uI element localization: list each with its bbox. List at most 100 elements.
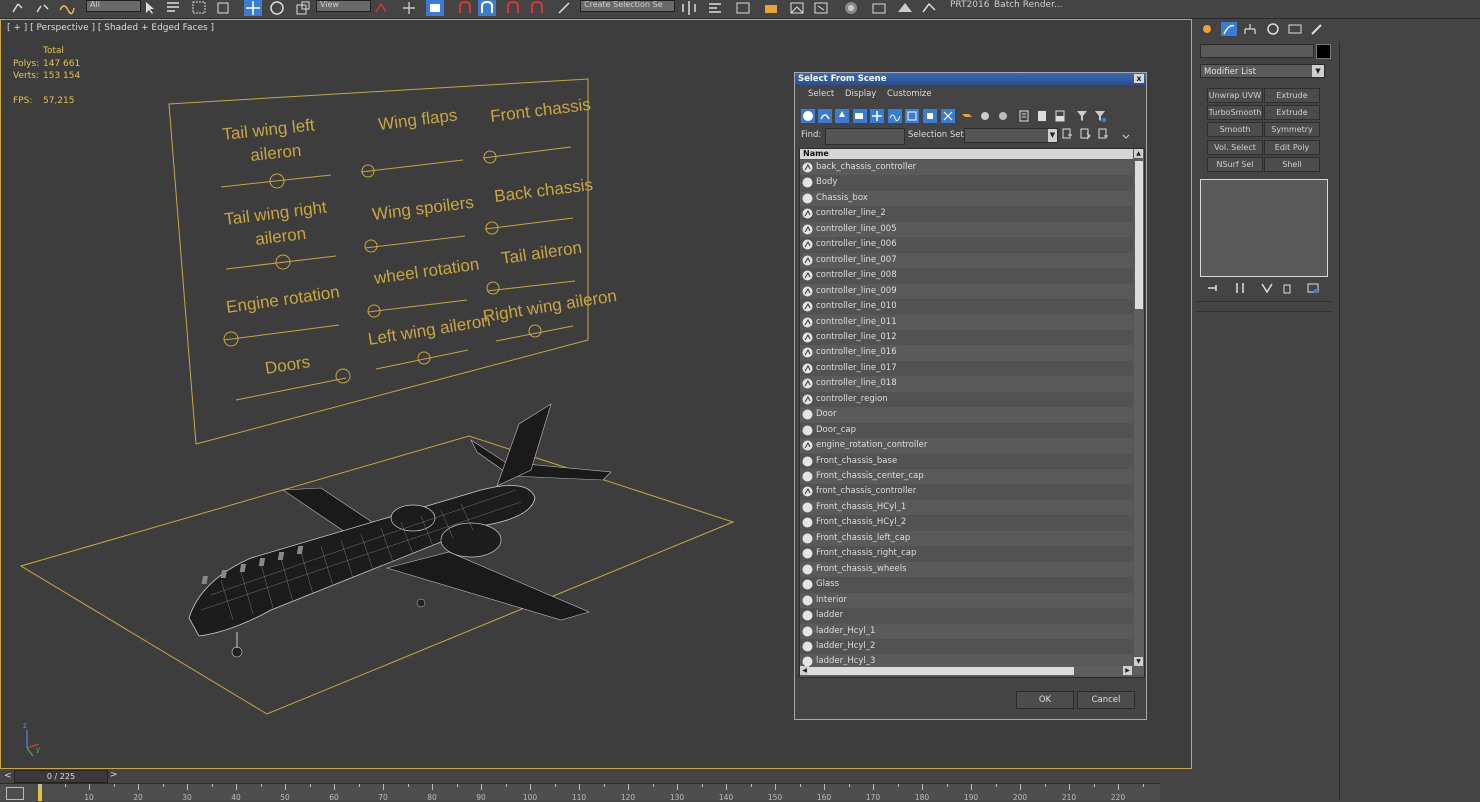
edit-poly-button[interactable]: Edit Poly <box>1264 140 1320 155</box>
list-item[interactable]: controller_line_016 <box>800 345 1133 361</box>
display-groups-icon[interactable] <box>905 109 919 123</box>
list-item[interactable]: back_chassis_controller <box>800 160 1133 176</box>
list-item[interactable]: Front_chassis_center_cap <box>800 469 1133 485</box>
unlink-selection-icon[interactable] <box>34 0 52 16</box>
named-selection-set-dropdown[interactable]: Create Selection Se <box>580 0 675 12</box>
select-and-scale-icon[interactable] <box>294 0 312 16</box>
select-and-manipulate-icon[interactable] <box>400 0 418 16</box>
show-end-result-icon[interactable] <box>1233 281 1247 295</box>
horizontal-scrollbar[interactable]: ◀ ▶ <box>800 666 1134 676</box>
motion-tab-icon[interactable] <box>1265 22 1281 36</box>
edit-named-selection-icon[interactable] <box>556 0 574 16</box>
create-tab-icon[interactable] <box>1199 22 1215 36</box>
display-lights-icon[interactable] <box>835 109 849 123</box>
list-item[interactable]: controller_line_2 <box>800 206 1133 222</box>
jet-model[interactable] <box>188 403 612 658</box>
list-item[interactable]: ladder_Hcyl_1 <box>800 623 1133 639</box>
add-to-selection-set-icon[interactable] <box>1078 127 1092 141</box>
close-icon[interactable]: x <box>1134 74 1144 83</box>
symmetry-button[interactable]: Symmetry <box>1264 122 1320 137</box>
toolbar-overflow-icon[interactable] <box>1119 129 1133 143</box>
list-item[interactable]: ladder_Hcyl_2 <box>800 638 1133 655</box>
advanced-filter-icon[interactable] <box>1093 109 1107 123</box>
remove-modifier-icon[interactable] <box>1280 281 1294 295</box>
extrude-button[interactable]: Extrude <box>1264 88 1320 103</box>
shell-button[interactable]: Shell <box>1264 157 1320 172</box>
selection-filter-dropdown[interactable]: All <box>86 0 141 12</box>
frame-display[interactable]: 0 / 225 <box>14 770 108 783</box>
list-item[interactable]: Front_chassis_right_cap <box>800 546 1133 562</box>
dialog-title-bar[interactable]: Select From Scene x <box>795 73 1146 85</box>
prev-frame-button[interactable]: < <box>4 771 12 781</box>
modifier-stack[interactable] <box>1200 179 1328 277</box>
track-bar[interactable]: 10 20 30 40 50 60 70 80 90 100 110 120 130 140 150 160 1… <box>0 783 1160 802</box>
list-item[interactable]: engine_rotation_controller <box>800 438 1133 454</box>
hierarchy-tab-icon[interactable] <box>1242 22 1258 36</box>
material-editor-icon[interactable] <box>842 0 860 16</box>
slider-knob-right-wing-aileron[interactable] <box>528 324 542 338</box>
next-frame-button[interactable]: > <box>110 770 120 781</box>
render-frame-window-icon[interactable] <box>896 0 914 16</box>
slider-knob-doors[interactable] <box>335 368 351 384</box>
horizontal-scroll-thumb[interactable] <box>808 667 1074 675</box>
menu-select[interactable]: Select <box>808 89 834 99</box>
modify-tab-icon[interactable] <box>1221 22 1237 36</box>
display-shapes-icon[interactable] <box>818 109 832 123</box>
mirror-icon[interactable] <box>680 0 698 16</box>
list-item[interactable]: controller_line_009 <box>800 283 1133 299</box>
list-item[interactable]: Interior <box>800 592 1133 608</box>
open-mini-curve-editor-icon[interactable] <box>6 787 24 800</box>
list-item[interactable]: controller_line_011 <box>800 314 1133 330</box>
list-item[interactable]: Front_chassis_left_cap <box>800 530 1133 547</box>
scroll-right-icon[interactable]: ▶ <box>1123 666 1132 675</box>
prt-label[interactable]: PRT2016 <box>950 0 989 10</box>
reference-coordinate-dropdown[interactable]: View <box>316 0 371 12</box>
list-item[interactable]: Front_chassis_base <box>800 453 1133 469</box>
pin-stack-icon[interactable] <box>1206 281 1220 295</box>
list-item[interactable]: controller_line_008 <box>800 268 1133 284</box>
display-hidden-icon[interactable] <box>996 109 1010 123</box>
render-production-icon[interactable] <box>920 0 938 16</box>
snaps-toggle-icon[interactable] <box>456 0 474 16</box>
vertical-scroll-thumb[interactable] <box>1135 161 1143 309</box>
find-input[interactable] <box>825 128 905 145</box>
time-slider[interactable]: < 0 / 225 > <box>0 769 1193 783</box>
vertical-scrollbar[interactable]: ▲ ▼ <box>1134 149 1144 675</box>
list-item[interactable]: controller_line_007 <box>800 252 1133 269</box>
slider-knob-tail-aileron[interactable] <box>486 281 500 295</box>
display-helpers-icon[interactable] <box>870 109 884 123</box>
render-setup-icon[interactable] <box>870 0 888 16</box>
configure-modifier-sets-icon[interactable] <box>1306 281 1320 295</box>
turbosmooth-button[interactable]: TurboSmooth <box>1207 105 1263 120</box>
menu-customize[interactable]: Customize <box>887 89 932 99</box>
select-all-icon[interactable] <box>1017 109 1031 123</box>
utilities-tab-icon[interactable] <box>1309 22 1325 36</box>
scene-explorer-icon[interactable] <box>734 0 752 16</box>
display-frozen-icon[interactable] <box>978 109 992 123</box>
modifier-list-dropdown[interactable]: Modifier List ▼ <box>1200 64 1325 78</box>
column-header-name[interactable]: Name <box>800 149 1133 159</box>
select-invert-icon[interactable] <box>1053 109 1067 123</box>
extrude-button-2[interactable]: Extrude <box>1264 105 1320 120</box>
list-item[interactable]: Front_chassis_wheels <box>800 561 1133 578</box>
list-item[interactable]: Front_chassis_HCyl_1 <box>800 499 1133 516</box>
spinner-snap-icon[interactable] <box>528 0 546 16</box>
pivot-center-icon[interactable] <box>372 0 390 16</box>
menu-display[interactable]: Display <box>845 89 876 99</box>
align-icon[interactable] <box>706 0 724 16</box>
display-bones-icon[interactable] <box>941 109 955 123</box>
nsurf-sel-button[interactable]: NSurf Sel <box>1207 157 1263 172</box>
scene-object-list[interactable]: Name back_chassis_controller Body Chassis_… <box>799 148 1145 678</box>
ground-plane[interactable] <box>19 435 735 715</box>
display-containers-icon[interactable] <box>960 109 974 123</box>
unwrap-uvw-button[interactable]: Unwrap UVW <box>1207 88 1263 103</box>
display-cameras-icon[interactable] <box>853 109 867 123</box>
select-and-move-icon[interactable] <box>244 0 262 16</box>
graphite-toolbox-icon[interactable] <box>788 0 806 16</box>
bind-to-space-warp-icon[interactable] <box>58 0 76 16</box>
list-item[interactable]: controller_line_006 <box>800 237 1133 253</box>
list-item[interactable]: controller_line_017 <box>800 360 1133 377</box>
list-item[interactable]: Body <box>800 175 1133 191</box>
percent-snap-icon[interactable] <box>504 0 522 16</box>
select-and-link-icon[interactable] <box>10 0 28 16</box>
